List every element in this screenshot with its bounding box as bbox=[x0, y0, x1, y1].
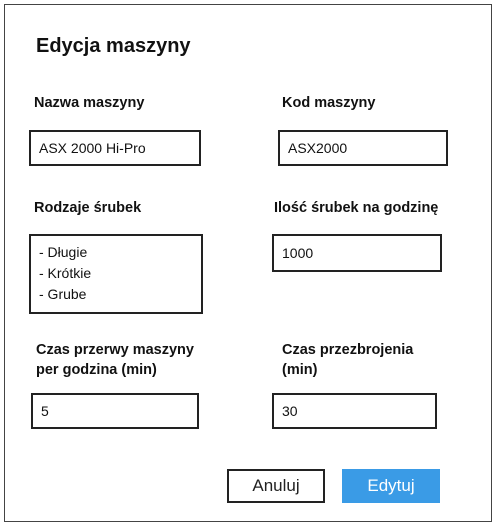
edit-machine-dialog: Edycja maszyny Nazwa maszyny ASX 2000 Hi… bbox=[4, 4, 492, 522]
edit-button[interactable]: Edytuj bbox=[342, 469, 440, 503]
screws-per-hour-value: 1000 bbox=[282, 245, 314, 261]
dialog-title: Edycja maszyny bbox=[36, 35, 191, 57]
break-time-input[interactable]: 5 bbox=[31, 393, 199, 429]
screws-per-hour-input[interactable]: 1000 bbox=[272, 234, 442, 272]
screws-per-hour-label: Ilość śrubek na godzinę bbox=[274, 200, 439, 216]
screw-types-label: Rodzaje śrubek bbox=[34, 200, 142, 216]
machine-code-value: ASX2000 bbox=[288, 140, 348, 156]
machine-code-label: Kod maszyny bbox=[282, 95, 376, 111]
machine-name-label: Nazwa maszyny bbox=[34, 95, 145, 111]
changeover-time-value: 30 bbox=[282, 403, 298, 419]
break-time-label-line1: Czas przerwy maszyny bbox=[36, 342, 194, 358]
list-item[interactable]: - Długie bbox=[39, 242, 193, 263]
machine-code-input[interactable]: ASX2000 bbox=[278, 130, 448, 166]
changeover-time-label-line1: Czas przezbrojenia bbox=[282, 342, 414, 358]
screw-types-list[interactable]: - Długie - Krótkie - Grube bbox=[29, 234, 203, 314]
break-time-value: 5 bbox=[41, 403, 49, 419]
changeover-time-label-line2: (min) bbox=[282, 362, 318, 378]
changeover-time-input[interactable]: 30 bbox=[272, 393, 437, 429]
changeover-time-label: Czas przezbrojenia (min) bbox=[282, 340, 413, 380]
break-time-label-line2: per godzina (min) bbox=[36, 362, 157, 378]
list-item[interactable]: - Grube bbox=[39, 284, 193, 305]
break-time-label: Czas przerwy maszyny per godzina (min) bbox=[36, 340, 194, 380]
cancel-button[interactable]: Anuluj bbox=[227, 469, 325, 503]
machine-name-input[interactable]: ASX 2000 Hi-Pro bbox=[29, 130, 201, 166]
machine-name-value: ASX 2000 Hi-Pro bbox=[39, 140, 146, 156]
list-item[interactable]: - Krótkie bbox=[39, 263, 193, 284]
